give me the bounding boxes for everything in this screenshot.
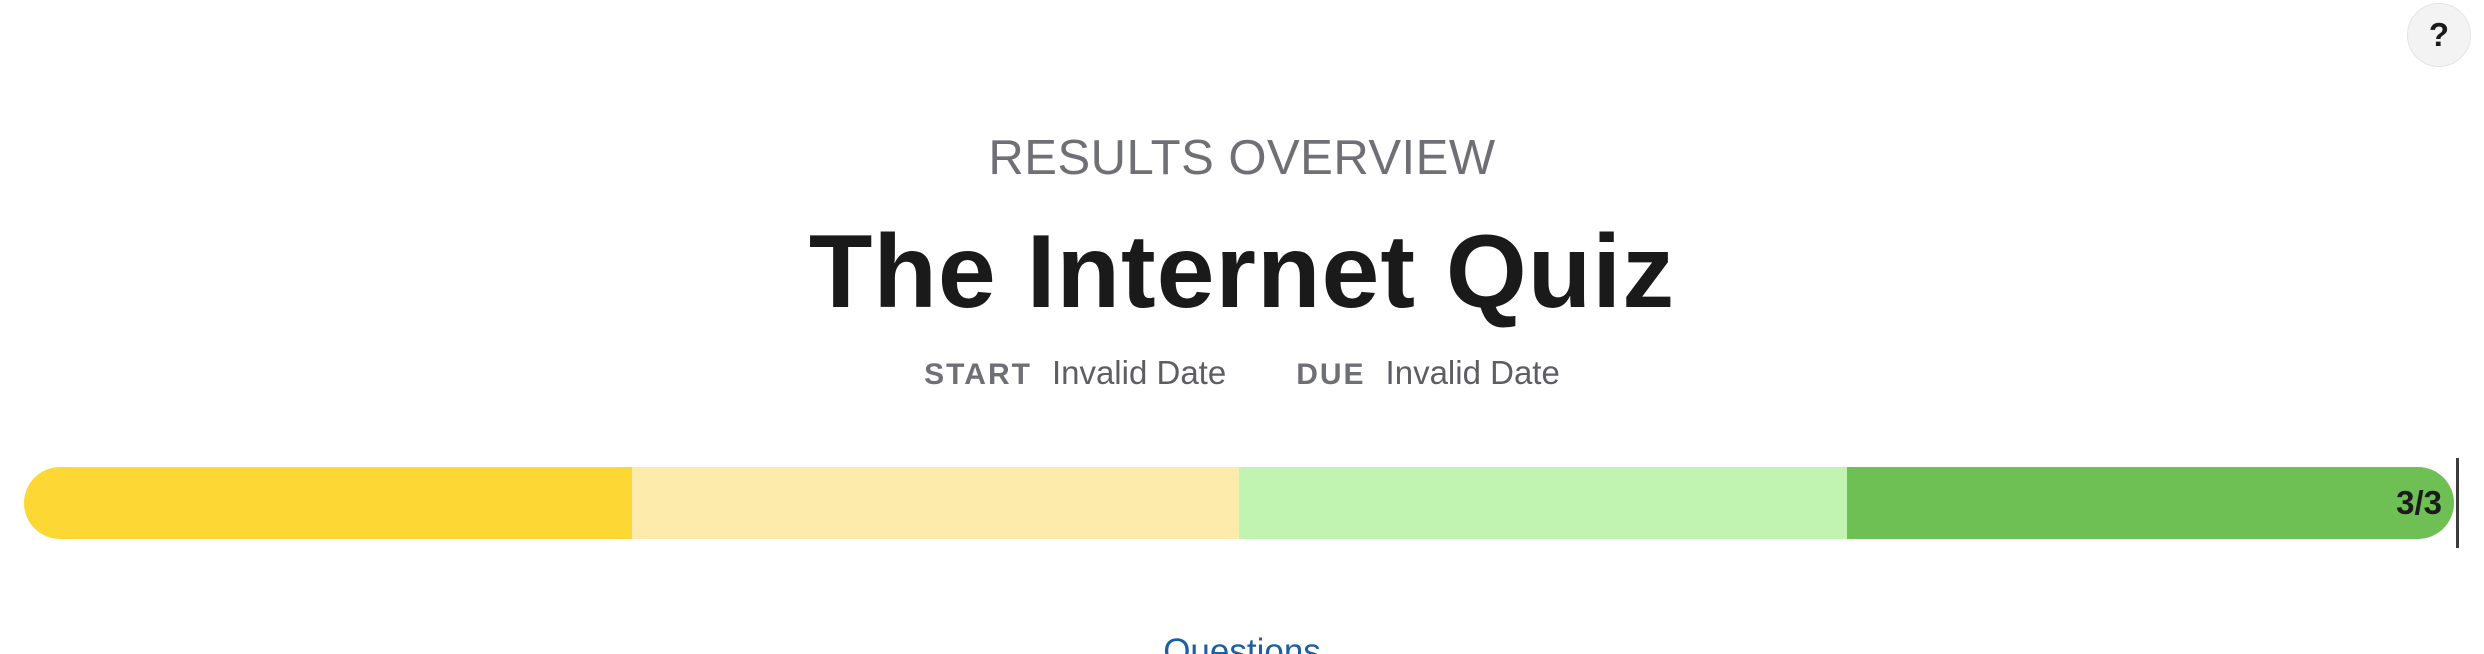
results-overview-heading: RESULTS OVERVIEW — [988, 131, 1496, 185]
due-date-label: DUE — [1296, 358, 1366, 391]
quiz-title: The Internet Quiz — [808, 214, 1676, 330]
due-date: DUE Invalid Date — [1296, 350, 1560, 398]
quiz-dates: START Invalid Date DUE Invalid Date — [0, 350, 2484, 398]
help-button[interactable]: ? — [2407, 3, 2471, 67]
questions-link[interactable]: Questions — [0, 630, 2484, 654]
results-overview-page: ? RESULTS OVERVIEW The Internet Quiz STA… — [0, 0, 2484, 654]
progress-count: 3/3 — [2396, 484, 2442, 521]
start-date-value: Invalid Date — [1051, 354, 1227, 391]
progress-segment-3 — [1239, 467, 1847, 539]
due-date-value: Invalid Date — [1385, 354, 1560, 391]
start-date: START Invalid Date — [924, 350, 1226, 398]
progress-segment-1 — [24, 467, 632, 539]
score-progress-bar — [24, 467, 2454, 539]
start-date-label: START — [924, 358, 1032, 391]
text-caret — [2456, 458, 2459, 548]
help-icon: ? — [2428, 16, 2450, 53]
progress-segment-2 — [631, 467, 1239, 539]
